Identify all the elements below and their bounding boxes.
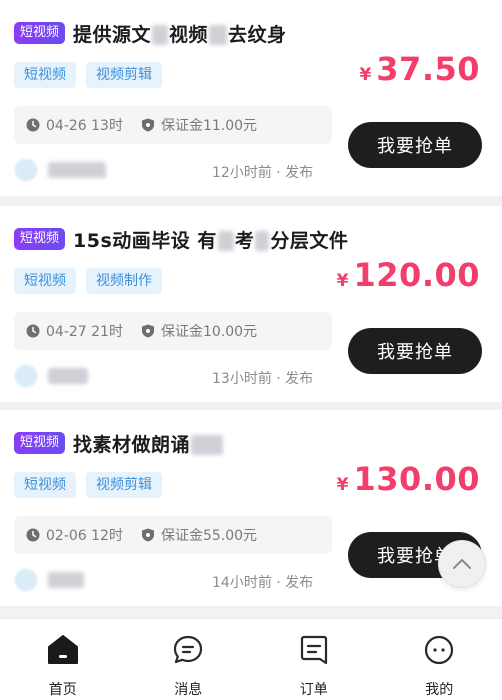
- post-time: 13小时前 · 发布: [212, 371, 314, 387]
- price: ¥ 120.00: [337, 256, 480, 294]
- currency-symbol: ¥: [359, 65, 372, 85]
- deposit: 保证金55.00元: [141, 525, 257, 545]
- tag-list: 短视频 视频制作: [14, 268, 162, 294]
- redacted-username: [48, 162, 106, 178]
- tab-label: 首页: [48, 682, 77, 698]
- category-badge: 短视频: [14, 228, 66, 250]
- order-meta: 04-27 21时 保证金10.00元: [14, 312, 332, 350]
- avatar[interactable]: [14, 158, 38, 182]
- redacted-username: [48, 572, 84, 588]
- scroll-to-top-button[interactable]: [438, 540, 486, 588]
- grab-order-button[interactable]: 我要抢单: [348, 328, 482, 374]
- shield-icon: [141, 528, 154, 542]
- chevron-up-icon: [453, 559, 471, 569]
- redacted-text: [191, 435, 224, 455]
- post-time: 14小时前 · 发布: [212, 575, 314, 591]
- currency-symbol: ¥: [336, 271, 349, 291]
- face-icon: [422, 633, 456, 667]
- chat-bubble-icon: [171, 633, 205, 667]
- card-title: 找素材做朗诵: [73, 430, 224, 457]
- redacted-text: [152, 25, 169, 45]
- card-title-row: 短视频 提供源文 视频 去纹身: [14, 18, 287, 48]
- clock-icon: [26, 324, 40, 338]
- shield-icon: [141, 118, 154, 132]
- deposit: 保证金10.00元: [141, 321, 257, 341]
- order-meta: 02-06 12时 保证金55.00元: [14, 516, 332, 554]
- price: ¥ 37.50: [359, 50, 480, 88]
- tag-list: 短视频 视频剪辑: [14, 472, 162, 498]
- redacted-text: [209, 25, 228, 45]
- tag[interactable]: 视频制作: [86, 268, 162, 294]
- order-card[interactable]: 短视频 找素材做朗诵 短视频 视频剪辑 ¥ 130.00 02-06 12时 保…: [0, 410, 502, 606]
- home-icon: [46, 633, 80, 667]
- tab-orders[interactable]: 订单: [251, 619, 377, 700]
- tab-label: 消息: [174, 682, 203, 698]
- price-amount: 37.50: [376, 50, 480, 88]
- tag[interactable]: 视频剪辑: [86, 472, 162, 498]
- tab-label: 订单: [299, 682, 328, 698]
- grab-order-button[interactable]: 我要抢单: [348, 122, 482, 168]
- shield-icon: [141, 324, 154, 338]
- deposit: 保证金11.00元: [141, 115, 257, 135]
- redacted-text: [255, 231, 270, 251]
- tab-home[interactable]: 首页: [0, 619, 126, 700]
- order-card[interactable]: 短视频 提供源文 视频 去纹身 短视频 视频剪辑 ¥ 37.50 04-26 13时…: [0, 0, 502, 196]
- clock-icon: [26, 118, 40, 132]
- tab-mine[interactable]: 我的: [377, 619, 502, 700]
- avatar[interactable]: [14, 364, 38, 388]
- order-meta: 04-26 13时 保证金11.00元: [14, 106, 332, 144]
- card-title: 15s动画毕设 有考分层文件: [73, 229, 349, 252]
- order-card[interactable]: 短视频 15s动画毕设 有考分层文件 短视频 视频制作 ¥ 120.00 04-…: [0, 206, 502, 402]
- poster-info: [14, 158, 106, 182]
- tag[interactable]: 短视频: [14, 62, 76, 88]
- card-title-row: 短视频 15s动画毕设 有考分层文件: [14, 224, 348, 254]
- poster-info: [14, 568, 84, 592]
- order-doc-icon: [297, 633, 331, 667]
- tag[interactable]: 短视频: [14, 472, 76, 498]
- price-amount: 120.00: [353, 256, 480, 294]
- price: ¥ 130.00: [337, 460, 480, 498]
- card-title-row: 短视频 找素材做朗诵: [14, 428, 224, 458]
- category-badge: 短视频: [14, 22, 66, 44]
- bottom-tab-bar: 首页 消息 订单 我的: [0, 618, 502, 700]
- tag-list: 短视频 视频剪辑: [14, 62, 162, 88]
- avatar[interactable]: [14, 568, 38, 592]
- card-title: 提供源文 视频 去纹身: [73, 23, 287, 46]
- deadline: 02-06 12时: [26, 525, 123, 545]
- category-badge: 短视频: [14, 432, 66, 454]
- deadline: 04-26 13时: [26, 115, 123, 135]
- currency-symbol: ¥: [336, 475, 349, 495]
- redacted-username: [48, 368, 88, 384]
- deadline: 04-27 21时: [26, 321, 123, 341]
- post-time: 12小时前 · 发布: [212, 165, 314, 181]
- redacted-text: [217, 231, 234, 251]
- clock-icon: [26, 528, 40, 542]
- tab-label: 我的: [425, 682, 454, 698]
- tab-messages[interactable]: 消息: [126, 619, 252, 700]
- tag[interactable]: 视频剪辑: [86, 62, 162, 88]
- price-amount: 130.00: [353, 460, 480, 498]
- poster-info: [14, 364, 88, 388]
- tag[interactable]: 短视频: [14, 268, 76, 294]
